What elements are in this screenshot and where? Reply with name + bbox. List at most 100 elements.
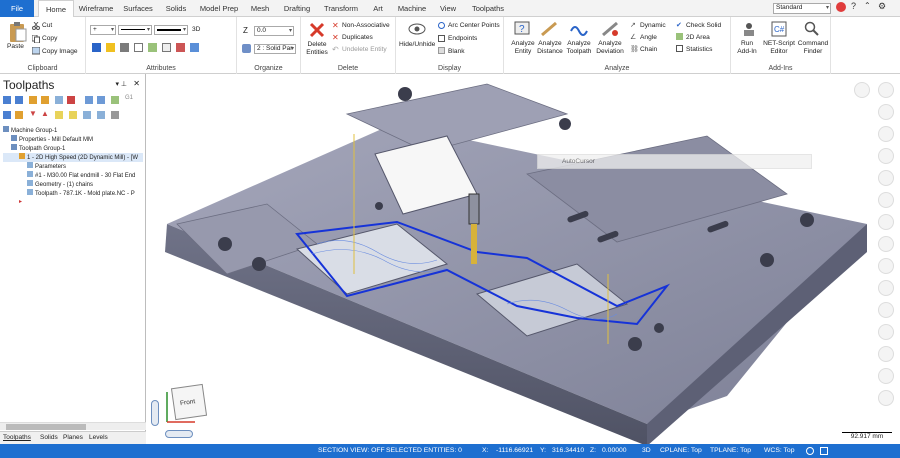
wireframe-toggle-icon[interactable] xyxy=(820,447,828,455)
material-icon[interactable] xyxy=(134,43,143,52)
copy-image-button[interactable]: Copy Image xyxy=(42,48,78,56)
fit-icon[interactable] xyxy=(878,170,894,186)
lock-icon[interactable] xyxy=(15,111,23,119)
net-script-icon[interactable]: C# xyxy=(771,21,787,37)
cut-button[interactable]: Cut xyxy=(42,22,52,30)
display-settings-icon[interactable] xyxy=(878,346,894,362)
move-up-icon[interactable]: ▲ xyxy=(41,109,49,118)
post-icon[interactable] xyxy=(97,96,105,104)
only-displayed-icon[interactable] xyxy=(97,111,105,119)
insert-arrow-icon[interactable] xyxy=(55,111,63,119)
surface-color-icon[interactable] xyxy=(120,43,129,52)
verify-icon[interactable] xyxy=(67,96,75,104)
tab-toolpaths-panel[interactable]: Toolpaths xyxy=(3,434,31,441)
tab-machine[interactable]: Machine xyxy=(394,0,430,17)
settings-icon[interactable]: ⚙ xyxy=(878,1,886,12)
tab-view[interactable]: View xyxy=(434,0,462,17)
view-pan-control[interactable] xyxy=(165,430,193,438)
tab-levels-panel[interactable]: Levels xyxy=(89,434,108,441)
point-style-combo[interactable]: + ▾ xyxy=(90,25,116,35)
paste-button[interactable]: Paste xyxy=(7,43,24,51)
run-addin-icon[interactable] xyxy=(741,21,757,37)
wcs-status[interactable]: WCS: Top xyxy=(764,444,794,458)
tab-surfaces[interactable]: Surfaces xyxy=(120,0,156,17)
tab-solids[interactable]: Solids xyxy=(160,0,192,17)
shading-toggle-icon[interactable] xyxy=(806,447,814,455)
section-view-status[interactable]: SECTION VIEW: OFF xyxy=(318,444,385,458)
standard-combo[interactable]: Standard ▾ xyxy=(773,3,831,14)
rotate-icon[interactable] xyxy=(878,126,894,142)
tab-home[interactable]: Home xyxy=(38,0,74,18)
hide-unhide-icon[interactable] xyxy=(408,22,426,36)
section-view-icon[interactable] xyxy=(878,324,894,340)
duplicates-button[interactable]: Duplicates xyxy=(342,34,373,42)
tab-mesh[interactable]: Mesh xyxy=(246,0,274,17)
collapse-ribbon-icon[interactable]: ⌃ xyxy=(864,1,871,10)
line-style-combo[interactable]: ▾ xyxy=(118,25,152,35)
endpoints-button[interactable]: Endpoints xyxy=(448,35,477,43)
view-settings-icon[interactable] xyxy=(878,390,894,406)
chain-button[interactable]: Chain xyxy=(640,46,657,54)
regenerate-dirty-icon[interactable] xyxy=(41,96,49,104)
analyze-toolpath-button[interactable]: Analyze Toolpath xyxy=(563,40,595,56)
translucent-icon[interactable] xyxy=(878,302,894,318)
scroll-icon[interactable] xyxy=(69,111,77,119)
window-zoom-icon[interactable] xyxy=(878,192,894,208)
view-cube[interactable]: Front xyxy=(170,383,208,421)
select-all-icon[interactable] xyxy=(3,96,11,104)
analyze-distance-icon[interactable] xyxy=(540,21,558,37)
tab-toolpaths[interactable]: Toolpaths xyxy=(466,0,510,17)
wireframe-color-icon[interactable] xyxy=(92,43,101,52)
stop-icon[interactable] xyxy=(854,82,870,98)
tree-item[interactable]: Parameters xyxy=(3,162,143,171)
set-all-icon[interactable] xyxy=(190,43,199,52)
tree-item[interactable]: Toolpath Group-1 xyxy=(3,144,143,153)
tab-wireframe[interactable]: Wireframe xyxy=(76,0,116,17)
tab-transform[interactable]: Transform xyxy=(320,0,362,17)
run-addin-button[interactable]: Run Add-In xyxy=(734,40,760,56)
mode-3d-button[interactable]: 3D xyxy=(192,26,200,34)
net-script-editor-button[interactable]: NET-Script Editor xyxy=(761,40,797,56)
zoom-plus-icon[interactable] xyxy=(878,82,894,98)
tree-item[interactable]: 1 - 2D High Speed (2D Dynamic Mill) - [W xyxy=(3,153,143,162)
tab-planes-panel[interactable]: Planes xyxy=(63,434,83,441)
panel-scrollbar[interactable] xyxy=(0,422,146,430)
highfeed-icon[interactable] xyxy=(111,96,119,104)
reset-attributes-icon[interactable] xyxy=(176,43,185,52)
backplot-icon[interactable] xyxy=(55,96,63,104)
scrollbar-thumb[interactable] xyxy=(6,424,86,430)
only-selected-icon[interactable] xyxy=(83,111,91,119)
2d-area-button[interactable]: 2D Area xyxy=(686,34,710,42)
help-panel-icon[interactable] xyxy=(111,111,119,119)
graphics-viewport[interactable]: AutoCursor Front 92.917 mm xyxy=(147,74,900,444)
regenerate-icon[interactable] xyxy=(29,96,37,104)
hide-unhide-button[interactable]: Hide/Unhide xyxy=(399,41,435,49)
color-shading-icon[interactable] xyxy=(878,258,894,274)
tab-art[interactable]: Art xyxy=(366,0,390,17)
line-width-combo[interactable]: ▾ xyxy=(154,25,188,35)
analyze-deviation-icon[interactable] xyxy=(601,21,619,37)
tab-solids-panel[interactable]: Solids xyxy=(40,434,58,441)
angle-button[interactable]: Angle xyxy=(640,34,657,42)
command-finder-button[interactable]: Command Finder xyxy=(797,40,829,56)
arc-center-points-button[interactable]: Arc Center Points xyxy=(448,22,500,30)
pin-icon[interactable]: ▾ ⊥ xyxy=(115,80,127,88)
dynamic-button[interactable]: Dynamic xyxy=(640,22,666,30)
analyze-entity-icon[interactable]: ? xyxy=(514,21,532,37)
delete-icon[interactable] xyxy=(309,22,325,38)
pan-icon[interactable] xyxy=(878,236,894,252)
level-combo[interactable]: 2 : Solid Par ▾ xyxy=(254,44,296,54)
delete-entities-button[interactable]: Delete Entities xyxy=(306,41,328,57)
tab-model-prep[interactable]: Model Prep xyxy=(196,0,242,17)
analyze-deviation-button[interactable]: Analyze Deviation xyxy=(593,40,627,56)
non-associative-button[interactable]: Non-Associative xyxy=(342,22,390,30)
check-solid-button[interactable]: Check Solid xyxy=(686,22,721,30)
clear-color-icon[interactable] xyxy=(162,43,171,52)
simulate-icon[interactable] xyxy=(85,96,93,104)
tab-drafting[interactable]: Drafting xyxy=(278,0,316,17)
statistics-button[interactable]: Statistics xyxy=(686,46,712,54)
tplane-status[interactable]: TPLANE: Top xyxy=(710,444,751,458)
zoom-minus-icon[interactable] xyxy=(878,104,894,120)
solid-color-icon[interactable] xyxy=(106,43,115,52)
texture-icon[interactable] xyxy=(148,43,157,52)
